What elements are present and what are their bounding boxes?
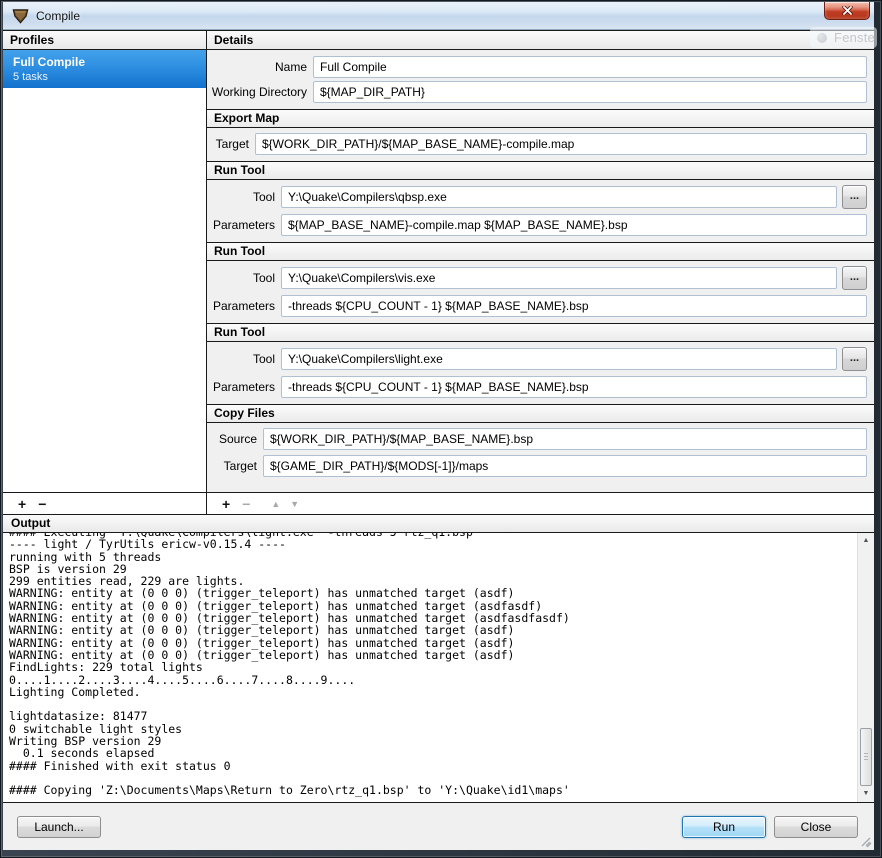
browse-button[interactable]: ...	[842, 347, 867, 371]
tool-path-input[interactable]	[281, 267, 837, 289]
remove-task-button[interactable]: −	[236, 494, 256, 514]
close-window-button[interactable]	[824, 2, 870, 20]
profile-name: Full Compile	[13, 54, 196, 70]
name-label: Name	[207, 60, 307, 74]
copy-target-input[interactable]	[263, 455, 867, 477]
resize-grip[interactable]	[859, 835, 872, 848]
source-label: Source	[207, 432, 257, 446]
task-section-copy-files: Copy Files Source Target	[207, 404, 874, 477]
task-section-run-tool-2: Run Tool Tool ... Parameters	[207, 242, 874, 317]
scroll-down-icon[interactable]: ▼	[858, 788, 874, 800]
profile-list[interactable]: Full Compile 5 tasks	[3, 50, 206, 492]
tasks-toolbar: + − ▲ ▼	[207, 492, 874, 514]
parameters-input[interactable]	[281, 376, 867, 398]
add-profile-button[interactable]: +	[12, 494, 32, 514]
details-panel: Details Name Working Directory Export Ma…	[207, 30, 874, 514]
output-console-area[interactable]: #### Executing 'Y:\Quake\Compilers\light…	[3, 533, 874, 803]
profile-name-input[interactable]	[313, 56, 867, 78]
task-section-run-tool-3: Run Tool Tool ... Parameters	[207, 323, 874, 398]
parameters-label: Parameters	[207, 380, 275, 394]
parameters-label: Parameters	[207, 299, 275, 313]
tool-label: Tool	[207, 352, 275, 366]
tool-path-input[interactable]	[281, 348, 837, 370]
close-icon	[842, 6, 853, 15]
export-target-input[interactable]	[255, 133, 867, 155]
profile-list-item-selected[interactable]: Full Compile 5 tasks	[3, 50, 206, 88]
trenchbroom-shield-icon	[12, 8, 29, 24]
details-form: Name Working Directory Export Map Target	[207, 50, 874, 492]
tool-label: Tool	[207, 271, 275, 285]
scroll-up-icon[interactable]: ▲	[858, 535, 874, 547]
working-directory-label: Working Directory	[207, 85, 307, 99]
working-directory-input[interactable]	[313, 81, 867, 103]
add-task-button[interactable]: +	[216, 494, 236, 514]
browse-button[interactable]: ...	[842, 185, 867, 209]
scroll-thumb[interactable]	[860, 728, 872, 786]
tool-label: Tool	[207, 190, 275, 204]
tool-path-input[interactable]	[281, 186, 837, 208]
section-title: Run Tool	[207, 242, 874, 261]
run-button[interactable]: Run	[682, 816, 766, 838]
output-scrollbar[interactable]: ▲ ▼	[857, 533, 874, 802]
browse-button[interactable]: ...	[842, 266, 867, 290]
move-task-up-button[interactable]: ▲	[266, 494, 285, 514]
copy-source-input[interactable]	[263, 428, 867, 450]
profiles-panel: Profiles Full Compile 5 tasks + −	[3, 30, 207, 514]
title-bar[interactable]: Compile	[3, 2, 874, 30]
target-label: Target	[207, 137, 249, 151]
console-output: #### Executing 'Y:\Quake\Compilers\light…	[3, 533, 874, 797]
task-section-export-map: Export Map Target	[207, 109, 874, 155]
output-header: Output	[3, 514, 874, 533]
close-dialog-button[interactable]: Close	[774, 816, 858, 838]
compile-dialog-window: Compile Fenste Profiles Full Compile 5 t…	[0, 0, 882, 858]
launch-button[interactable]: Launch...	[17, 816, 101, 838]
section-title: Run Tool	[207, 161, 874, 180]
profiles-toolbar: + −	[3, 492, 206, 514]
parameters-input[interactable]	[281, 214, 867, 236]
profile-task-count: 5 tasks	[13, 70, 196, 84]
target-label: Target	[207, 459, 257, 473]
parameters-label: Parameters	[207, 218, 275, 232]
profiles-header: Profiles	[3, 30, 206, 50]
window-title: Compile	[36, 9, 80, 23]
remove-profile-button[interactable]: −	[32, 494, 52, 514]
section-title: Export Map	[207, 109, 874, 128]
dialog-footer: Launch... Run Close	[3, 803, 874, 850]
section-title: Run Tool	[207, 323, 874, 342]
task-section-run-tool-1: Run Tool Tool ... Parameters	[207, 161, 874, 236]
parameters-input[interactable]	[281, 295, 867, 317]
details-header: Details	[207, 30, 874, 50]
move-task-down-button[interactable]: ▼	[285, 494, 304, 514]
section-title: Copy Files	[207, 404, 874, 423]
